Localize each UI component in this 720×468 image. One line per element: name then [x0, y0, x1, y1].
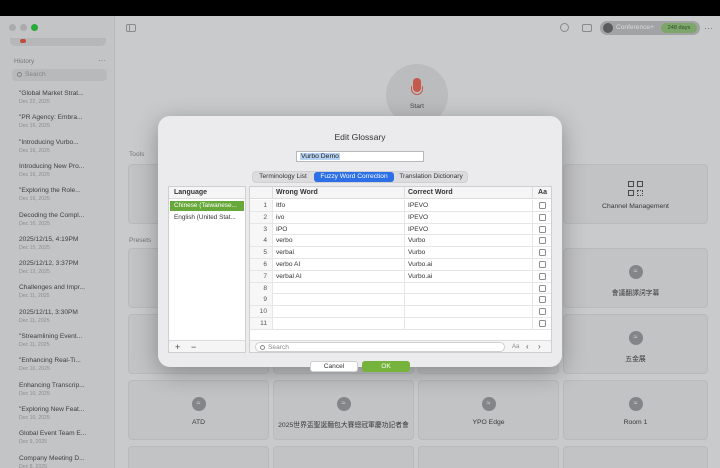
case-sensitive-cell	[532, 294, 551, 306]
tab-translation-dictionary[interactable]: Translation Dictionary	[395, 172, 467, 182]
wrong-word-cell[interactable]: verbal AI	[272, 270, 404, 282]
case-sensitive-checkbox[interactable]	[539, 261, 546, 268]
case-sensitive-cell	[532, 318, 551, 329]
correct-word-cell[interactable]: Vurbo.ai	[404, 259, 532, 270]
tab-terminology-list[interactable]: Terminology List	[253, 172, 313, 182]
app-window: History ··· Search "Global Market Strat.…	[0, 16, 720, 468]
language-header: Language	[169, 187, 245, 199]
wrong-word-cell[interactable]: verbo AI	[272, 259, 404, 270]
correct-word-cell[interactable]	[404, 282, 532, 294]
row-number: 7	[250, 270, 272, 282]
correct-word-cell[interactable]: Vurbo	[404, 235, 532, 247]
correct-word-cell[interactable]: IPEVO	[404, 223, 532, 235]
correct-word-cell[interactable]: IPEVO	[404, 211, 532, 223]
case-sensitive-checkbox[interactable]	[539, 225, 546, 233]
dialog-title: Edit Glossary	[334, 132, 386, 142]
language-list-footer: + −	[169, 340, 245, 352]
wrong-word-cell[interactable]: verbo	[272, 235, 404, 247]
case-sensitive-cell	[532, 211, 551, 223]
table-row[interactable]: 7 verbal AI Vurbo.ai	[250, 270, 551, 283]
wrong-word-cell[interactable]	[272, 282, 404, 294]
correct-word-cell[interactable]	[404, 318, 532, 329]
ok-button[interactable]: OK	[362, 361, 410, 372]
case-sensitive-cell	[532, 306, 551, 318]
case-sensitive-checkbox[interactable]	[539, 284, 546, 292]
correct-word-header[interactable]: Correct Word	[404, 187, 532, 199]
wrong-word-cell[interactable]: Itfo	[272, 200, 404, 211]
language-item-chinese[interactable]: Chinese (Taiwanese...	[170, 201, 244, 211]
previous-match-button[interactable]: ‹	[526, 341, 529, 352]
tab-fuzzy-word-correction[interactable]: Fuzzy Word Correction	[314, 172, 394, 182]
next-match-button[interactable]: ›	[538, 341, 541, 352]
row-number: 10	[250, 306, 272, 318]
correct-word-cell[interactable]: Vurbo.ai	[404, 270, 532, 282]
case-sensitive-cell	[532, 235, 551, 247]
top-black-strip	[0, 0, 720, 16]
table-row[interactable]: 6 verbo AI Vurbo.ai	[250, 259, 551, 271]
case-sensitive-checkbox[interactable]	[539, 272, 546, 280]
table-row[interactable]: 8	[250, 282, 551, 295]
wrong-word-cell[interactable]	[272, 306, 404, 318]
table-header: Wrong Word Correct Word Aa	[250, 187, 551, 199]
case-sensitive-checkbox[interactable]	[539, 308, 546, 316]
language-list-panel: Language Chinese (Taiwanese... English (…	[168, 186, 246, 353]
glossary-name-value: Vurbo Demo	[300, 153, 340, 160]
search-placeholder: Search	[268, 344, 289, 351]
table-row[interactable]: 10	[250, 306, 551, 318]
wrong-word-cell[interactable]: verbal	[272, 247, 404, 259]
table-search-input[interactable]: Search	[255, 342, 505, 352]
table-row[interactable]: 5 verbal Vurbo	[250, 247, 551, 259]
table-row[interactable]: 3 IPO IPEVO	[250, 223, 551, 236]
wrong-word-cell[interactable]	[272, 294, 404, 306]
wrong-word-header[interactable]: Wrong Word	[272, 187, 404, 199]
row-number: 9	[250, 294, 272, 306]
row-number: 4	[250, 235, 272, 247]
case-sensitive-checkbox[interactable]	[539, 202, 546, 209]
glossary-name-input[interactable]: Vurbo Demo	[296, 151, 424, 162]
table-row[interactable]: 4 verbo Vurbo	[250, 235, 551, 248]
wrong-word-cell[interactable]: IPO	[272, 223, 404, 235]
case-sensitive-checkbox[interactable]	[539, 320, 546, 327]
case-sensitive-checkbox[interactable]	[539, 237, 546, 245]
table-row[interactable]: 11	[250, 318, 551, 330]
row-number: 8	[250, 282, 272, 294]
case-sensitive-checkbox[interactable]	[539, 213, 546, 221]
language-item-english[interactable]: English (United Stat...	[170, 213, 244, 223]
table-footer: Search Aa ‹ ›	[250, 340, 551, 352]
case-sensitive-header[interactable]: Aa	[532, 187, 551, 199]
wrong-word-cell[interactable]	[272, 318, 404, 329]
case-sensitive-checkbox[interactable]	[539, 249, 546, 257]
case-sensitive-cell	[532, 259, 551, 270]
add-language-button[interactable]: +	[175, 342, 180, 352]
correct-word-cell[interactable]	[404, 306, 532, 318]
row-number: 5	[250, 247, 272, 259]
row-number: 3	[250, 223, 272, 235]
case-sensitive-cell	[532, 200, 551, 211]
search-icon	[260, 345, 265, 350]
table-row[interactable]: 9	[250, 294, 551, 307]
correct-word-cell[interactable]: IPEVO	[404, 200, 532, 211]
case-sensitive-cell	[532, 247, 551, 259]
correct-word-cell[interactable]: Vurbo	[404, 247, 532, 259]
match-case-toggle[interactable]: Aa	[512, 342, 519, 352]
case-sensitive-cell	[532, 223, 551, 235]
row-number: 6	[250, 259, 272, 270]
wrong-word-cell[interactable]: ivo	[272, 211, 404, 223]
table-row[interactable]: 2 ivo IPEVO	[250, 211, 551, 224]
table-row[interactable]: 1 Itfo IPEVO	[250, 200, 551, 212]
row-number: 11	[250, 318, 272, 329]
correct-word-cell[interactable]	[404, 294, 532, 306]
case-sensitive-cell	[532, 282, 551, 294]
glossary-tabs: Terminology List Fuzzy Word Correction T…	[252, 171, 468, 183]
case-sensitive-cell	[532, 270, 551, 282]
fuzzy-word-table: Wrong Word Correct Word Aa 1 Itfo IPEVO 2 iv…	[249, 186, 552, 353]
cancel-button[interactable]: Cancel	[310, 361, 358, 372]
case-sensitive-checkbox[interactable]	[539, 296, 546, 304]
edit-glossary-dialog: Edit Glossary Vurbo Demo Terminology Lis…	[158, 116, 562, 372]
row-number-header	[250, 187, 272, 199]
row-number: 2	[250, 211, 272, 223]
row-number: 1	[250, 200, 272, 211]
remove-language-button[interactable]: −	[191, 342, 196, 352]
